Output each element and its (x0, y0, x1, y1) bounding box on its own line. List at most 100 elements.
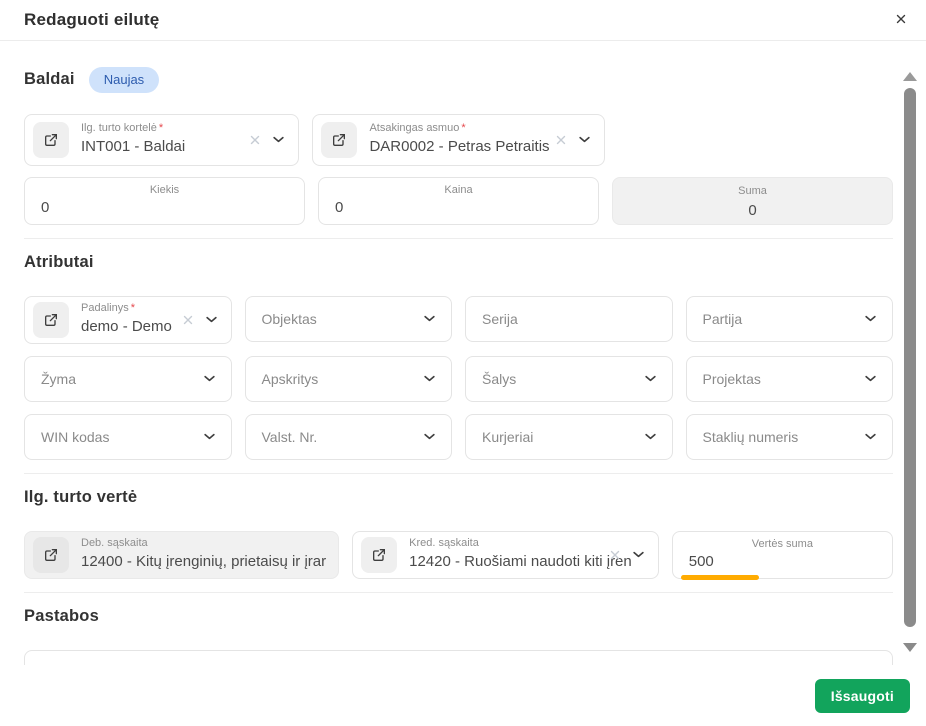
chevron-down-icon (863, 429, 878, 444)
field-label: Ilg. turto kortelė* (81, 122, 244, 136)
modal-header: Redaguoti eilutę (0, 0, 926, 41)
deb-saskaita-field: Deb. sąskaita 12400 - Kitų įrenginių, pr… (24, 531, 339, 579)
salys-dropdown[interactable]: Šalys (465, 356, 673, 402)
required-asterisk: * (131, 302, 135, 314)
atsakingas-asmuo-field[interactable]: Atsakingas asmuo* DAR0002 - Petras Petra… (312, 114, 604, 166)
valst-nr-dropdown[interactable]: Valst. Nr. (245, 414, 453, 460)
close-icon[interactable] (888, 6, 914, 32)
scrollbar-thumb[interactable] (904, 88, 916, 627)
section-pastabos: Pastabos (24, 592, 893, 665)
pastabos-textarea[interactable] (24, 650, 893, 665)
external-link-icon[interactable] (321, 122, 357, 158)
field-value: demo - Demo (81, 316, 177, 337)
vertes-suma-field[interactable]: Vertės suma (672, 531, 893, 579)
section-title: Pastabos (24, 607, 893, 626)
dropdown-label: Valst. Nr. (262, 429, 318, 445)
suma-field: Suma 0 (612, 177, 893, 225)
field-label: Kred. sąskaita (409, 537, 632, 551)
zyma-dropdown[interactable]: Žyma (24, 356, 232, 402)
vertes-suma-input[interactable] (689, 553, 876, 570)
serija-input[interactable] (482, 311, 656, 327)
chevron-down-icon (643, 371, 658, 386)
main-row-2: Kiekis Kaina Suma 0 (24, 177, 893, 225)
status-badge: Naujas (89, 67, 159, 93)
clear-icon[interactable] (608, 548, 622, 562)
modal-body: Baldai Naujas Ilg. turto kortelė* INT001… (0, 41, 926, 665)
partija-dropdown[interactable]: Partija (686, 296, 894, 342)
changed-indicator-bar (681, 575, 759, 580)
dropdown-label: Projektas (703, 371, 761, 387)
field-label: Kiekis (150, 184, 179, 198)
chevron-down-icon[interactable] (631, 547, 646, 562)
stakliu-numeris-dropdown[interactable]: Staklių numeris (686, 414, 894, 460)
clear-icon[interactable] (181, 313, 195, 327)
field-label: Atsakingas asmuo* (369, 122, 549, 136)
padalinys-field[interactable]: Padalinys* demo - Demo (24, 296, 232, 344)
clear-icon[interactable] (248, 133, 262, 147)
dropdown-label: Šalys (482, 371, 516, 387)
modal-footer: Išsaugoti (0, 665, 926, 726)
field-value: INT001 - Baldai (81, 136, 244, 157)
section-atributai: Atributai Padalinys* demo - Demo Objekta… (24, 238, 893, 460)
modal-title: Redaguoti eilutę (24, 10, 159, 30)
edit-row-modal: Redaguoti eilutę Baldai Naujas Ilg. turt… (0, 0, 926, 726)
projektas-dropdown[interactable]: Projektas (686, 356, 894, 402)
required-asterisk: * (159, 122, 163, 134)
chevron-down-icon (643, 429, 658, 444)
external-link-icon[interactable] (33, 122, 69, 158)
external-link-icon[interactable] (33, 302, 69, 338)
chevron-down-icon (422, 371, 437, 386)
kaina-input[interactable] (335, 199, 582, 216)
chevron-down-icon (863, 371, 878, 386)
field-label: Suma (738, 185, 767, 199)
clear-icon[interactable] (554, 133, 568, 147)
field-value: 12400 - Kitų įrenginių, prietaisų ir įra… (81, 551, 326, 572)
chevron-down-icon (202, 371, 217, 386)
field-label: Padalinys* (81, 302, 177, 316)
scroll-down-arrow-icon[interactable] (903, 643, 917, 652)
field-label: Deb. sąskaita (81, 537, 326, 551)
objektas-dropdown[interactable]: Objektas (245, 296, 453, 342)
kurjeriai-dropdown[interactable]: Kurjeriai (465, 414, 673, 460)
ilg-turto-kortele-field[interactable]: Ilg. turto kortelė* INT001 - Baldai (24, 114, 299, 166)
dropdown-label: Objektas (262, 311, 317, 327)
external-link-icon[interactable] (361, 537, 397, 573)
apskritys-dropdown[interactable]: Apskritys (245, 356, 453, 402)
chevron-down-icon[interactable] (271, 132, 286, 147)
chevron-down-icon (863, 311, 878, 326)
win-kodas-dropdown[interactable]: WIN kodas (24, 414, 232, 460)
required-asterisk: * (461, 122, 465, 134)
dropdown-label: Partija (703, 311, 743, 327)
main-row-1: Ilg. turto kortelė* INT001 - Baldai Atsa… (24, 114, 893, 166)
dropdown-label: WIN kodas (41, 429, 109, 445)
attributes-grid: Padalinys* demo - Demo Objektas (24, 296, 893, 460)
item-header: Baldai Naujas (24, 67, 893, 93)
dropdown-label: Žyma (41, 371, 76, 387)
field-value: 0 (748, 200, 756, 215)
kiekis-input[interactable] (41, 199, 288, 216)
save-button[interactable]: Išsaugoti (815, 679, 910, 713)
dropdown-label: Apskritys (262, 371, 319, 387)
chevron-down-icon (422, 429, 437, 444)
section-title: Atributai (24, 253, 893, 272)
kaina-field[interactable]: Kaina (318, 177, 599, 225)
chevron-down-icon (202, 429, 217, 444)
chevron-down-icon[interactable] (204, 312, 219, 327)
external-link-icon (33, 537, 69, 573)
section-title: Ilg. turto vertė (24, 488, 893, 507)
chevron-down-icon[interactable] (577, 132, 592, 147)
scrollbar[interactable] (903, 72, 917, 652)
field-value: 12420 - Ruošiami naudoti kiti įren (409, 551, 632, 572)
scroll-up-arrow-icon[interactable] (903, 72, 917, 81)
dropdown-label: Staklių numeris (703, 429, 799, 445)
field-label: Kaina (444, 184, 472, 198)
section-ilg-turto-verte: Ilg. turto vertė Deb. sąskaita 12400 - K… (24, 473, 893, 579)
kred-saskaita-field[interactable]: Kred. sąskaita 12420 - Ruošiami naudoti … (352, 531, 659, 579)
verte-row: Deb. sąskaita 12400 - Kitų įrenginių, pr… (24, 531, 893, 579)
kiekis-field[interactable]: Kiekis (24, 177, 305, 225)
field-value: DAR0002 - Petras Petraitis (369, 136, 549, 157)
item-title: Baldai (24, 70, 75, 89)
chevron-down-icon (422, 311, 437, 326)
serija-field[interactable] (465, 296, 673, 342)
field-label: Vertės suma (752, 538, 813, 552)
